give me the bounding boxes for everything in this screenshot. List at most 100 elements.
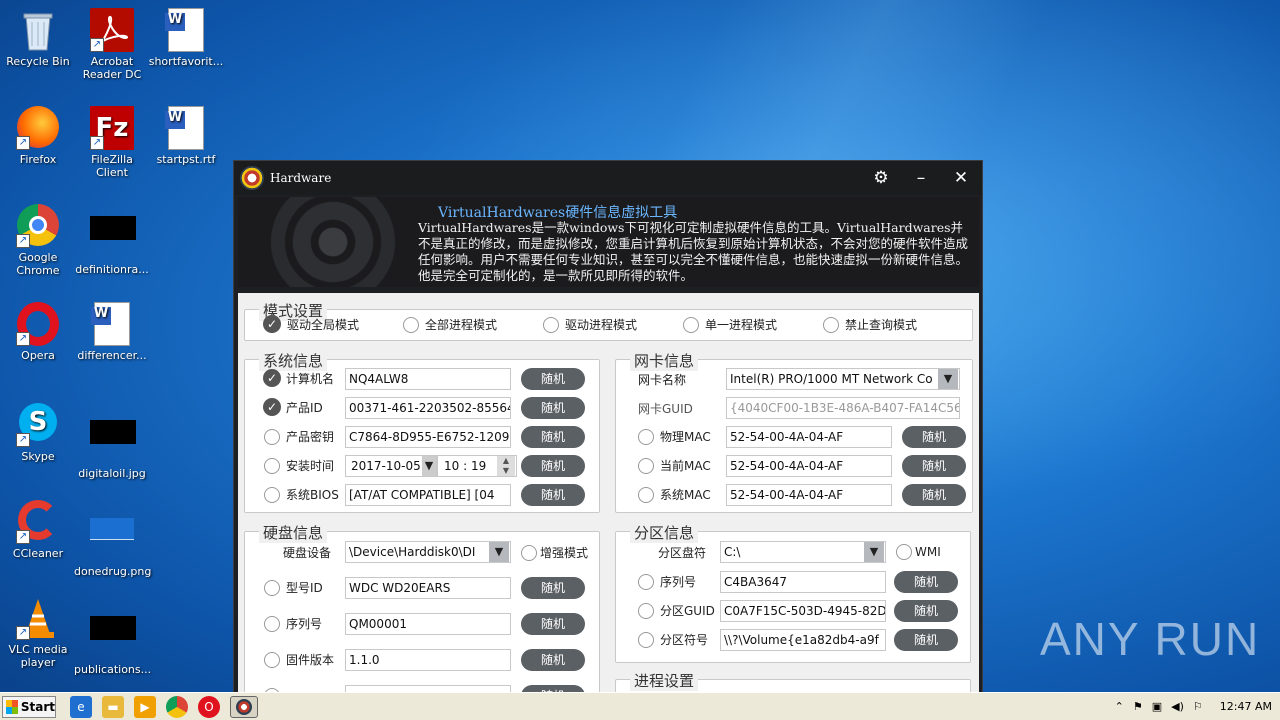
volume-icon[interactable]: ◀): [1171, 700, 1184, 713]
wmi-option[interactable]: WMI: [896, 544, 941, 560]
desktop-icon-publications[interactable]: publications...: [74, 596, 152, 676]
computer-name-field[interactable]: NQ4ALW8: [345, 368, 511, 390]
system-row-product-key[interactable]: 产品密钥: [264, 428, 334, 445]
partition-dropdown-icon[interactable]: ▼: [864, 542, 884, 562]
action-center-icon[interactable]: ⚑: [1133, 700, 1143, 713]
disk-device-select[interactable]: \Device\Harddisk0\DI: [345, 541, 511, 563]
mode-option-all-process[interactable]: 全部进程模式: [403, 316, 497, 333]
chrome-taskbar-icon[interactable]: [166, 695, 188, 718]
disk-row-firmware[interactable]: 固件版本: [264, 651, 334, 668]
disk-model-field[interactable]: WDC WD20EARS: [345, 577, 511, 599]
clock[interactable]: 12:47 AM: [1220, 700, 1272, 713]
nic-row-current-mac[interactable]: 当前MAC: [638, 457, 711, 474]
mode-option-driver-process[interactable]: 驱动进程模式: [543, 316, 637, 333]
desktop-icon-recycle-bin[interactable]: Recycle Bin: [0, 8, 76, 68]
partition-row-serial[interactable]: 序列号: [638, 573, 696, 590]
banner: VirtualHardwares硬件信息虚拟工具 VirtualHardware…: [238, 197, 979, 287]
field-label: 分区GUID: [660, 604, 715, 618]
enhanced-mode-option[interactable]: 增强模式: [521, 544, 588, 561]
title-bar[interactable]: Hardware ⚙ – ✕: [234, 161, 982, 195]
random-disk-model-button[interactable]: 随机: [521, 577, 585, 599]
mode-option-driver-global[interactable]: ✓ 驱动全局模式: [263, 315, 359, 333]
disk-firmware-field[interactable]: 1.1.0: [345, 649, 511, 671]
radio-icon: [638, 457, 654, 474]
mode-option-single-process[interactable]: 单一进程模式: [683, 316, 777, 333]
radio-icon: [264, 428, 280, 445]
random-install-time-button[interactable]: 随机: [521, 455, 585, 477]
random-partition-symbol-button[interactable]: 随机: [894, 629, 958, 651]
desktop-icon-definitionra[interactable]: definitionra...: [74, 204, 150, 276]
nic-name-select[interactable]: Intel(R) PRO/1000 MT Network Co: [726, 368, 960, 390]
random-disk-firmware-button[interactable]: 随机: [521, 649, 585, 671]
tray-arrow-icon[interactable]: ⌃: [1115, 700, 1124, 713]
mode-option-disable-query[interactable]: 禁止查询模式: [823, 316, 917, 333]
system-bios-field[interactable]: [AT/AT COMPATIBLE] [04: [345, 484, 511, 506]
file-thumbnail-icon: [90, 216, 136, 260]
nic-row-physical-mac[interactable]: 物理MAC: [638, 428, 711, 445]
date-dropdown-icon[interactable]: ▼: [422, 456, 436, 476]
disk-row-serial[interactable]: 序列号: [264, 615, 322, 632]
desktop-icon-vlc[interactable]: ↗ VLC media player: [0, 596, 76, 669]
random-bios-button[interactable]: 随机: [521, 484, 585, 506]
product-id-field[interactable]: 00371-461-2203502-85564: [345, 397, 511, 419]
radio-icon: [683, 316, 699, 333]
partition-serial-field[interactable]: C4BA3647: [720, 571, 886, 593]
physical-mac-field[interactable]: 52-54-00-4A-04-AF: [726, 426, 892, 448]
partition-symbol-field[interactable]: \\?\Volume{e1a82db4-a9f: [720, 629, 886, 651]
random-system-mac-button[interactable]: 随机: [902, 484, 966, 506]
desktop-icon-label: publications...: [74, 663, 152, 676]
current-mac-field[interactable]: 52-54-00-4A-04-AF: [726, 455, 892, 477]
system-row-computer-name[interactable]: ✓ 计算机名: [263, 369, 334, 387]
disk-serial-field[interactable]: QM00001: [345, 613, 511, 635]
random-physical-mac-button[interactable]: 随机: [902, 426, 966, 448]
desktop-icon-acrobat[interactable]: ↗ Acrobat Reader DC: [74, 8, 150, 81]
partition-row-guid[interactable]: 分区GUID: [638, 602, 715, 619]
product-key-field[interactable]: C7864-8D955-E6752-12091: [345, 426, 511, 448]
random-product-key-button[interactable]: 随机: [521, 426, 585, 448]
desktop-icon-donedrug[interactable]: donedrug.png: [74, 498, 151, 578]
desktop-icon-filezilla[interactable]: Fz ↗ FileZilla Client: [74, 106, 150, 179]
opera-taskbar-icon[interactable]: O: [198, 695, 220, 718]
filezilla-icon: Fz ↗: [90, 106, 134, 150]
disk-row-model[interactable]: 型号ID: [264, 579, 323, 596]
partition-row-symbol[interactable]: 分区符号: [638, 631, 708, 648]
system-row-product-id[interactable]: ✓ 产品ID: [263, 398, 323, 416]
nic-dropdown-icon[interactable]: ▼: [938, 369, 958, 389]
desktop-icon-shortfavorit[interactable]: W shortfavorit...: [148, 8, 224, 68]
random-current-mac-button[interactable]: 随机: [902, 455, 966, 477]
nic-row-system-mac[interactable]: 系统MAC: [638, 486, 711, 503]
system-row-bios[interactable]: 系统BIOS: [264, 486, 339, 503]
mode-option-label: 单一进程模式: [705, 318, 778, 332]
desktop-icon-opera[interactable]: ↗ Opera: [0, 302, 76, 362]
system-row-install-time[interactable]: 安装时间: [264, 457, 334, 474]
random-computer-name-button[interactable]: 随机: [521, 368, 585, 390]
hardware-taskbar-icon[interactable]: [230, 695, 258, 718]
partition-drive-select[interactable]: C:\: [720, 541, 886, 563]
random-disk-serial-button[interactable]: 随机: [521, 613, 585, 635]
desktop-icon-label: CCleaner: [12, 547, 64, 560]
desktop-icon-ccleaner[interactable]: ↗ CCleaner: [0, 498, 76, 560]
partition-guid-field[interactable]: C0A7F15C-503D-4945-82D: [720, 600, 886, 622]
random-partition-guid-button[interactable]: 随机: [894, 600, 958, 622]
network-icon[interactable]: ▣: [1152, 700, 1162, 713]
media-player-icon[interactable]: ▶: [134, 695, 156, 718]
time-spinner-icon[interactable]: ▲ ▼: [497, 456, 515, 476]
start-button[interactable]: Start: [2, 695, 56, 718]
system-mac-field[interactable]: 52-54-00-4A-04-AF: [726, 484, 892, 506]
desktop-icon-startpst[interactable]: W startpst.rtf: [148, 106, 224, 166]
ie-icon[interactable]: e: [70, 695, 92, 718]
settings-gear-icon[interactable]: ⚙: [872, 168, 890, 188]
random-product-id-button[interactable]: 随机: [521, 397, 585, 419]
disk-device-dropdown-icon[interactable]: ▼: [489, 542, 509, 562]
minimize-button[interactable]: –: [912, 168, 930, 188]
desktop-icon-skype[interactable]: S ↗ Skype: [0, 400, 76, 463]
desktop-icon-differencer[interactable]: W differencer...: [74, 302, 150, 362]
desktop-icon-firefox[interactable]: ↗ Firefox: [0, 106, 76, 166]
folder-icon[interactable]: ▬: [102, 695, 124, 718]
desktop-icon-chrome[interactable]: ↗ Google Chrome: [0, 204, 76, 277]
close-button[interactable]: ✕: [952, 168, 970, 188]
desktop-icon-digitaloil[interactable]: digitaloil.jpg: [74, 400, 150, 480]
flag-icon[interactable]: ⚐: [1193, 700, 1203, 713]
random-partition-serial-button[interactable]: 随机: [894, 571, 958, 593]
nic-guid-field[interactable]: {4040CF00-1B3E-486A-B407-FA14C56E: [726, 397, 960, 419]
